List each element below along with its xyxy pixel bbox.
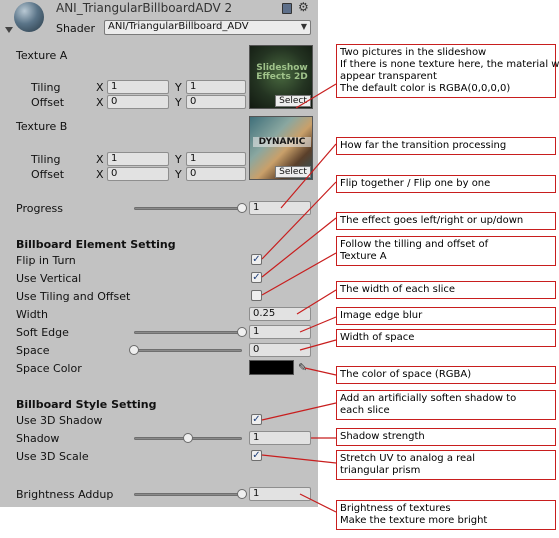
annotation-line: Texture A xyxy=(340,251,387,262)
arrow-scale xyxy=(261,454,337,464)
arrow-progress xyxy=(280,143,337,209)
annotation-brightness: Brightness of textures Make the texture m… xyxy=(336,500,556,530)
annotation-vertical: The effect goes left/right or up/down xyxy=(336,212,556,230)
arrow-space xyxy=(299,339,337,351)
arrow-texture xyxy=(295,83,337,109)
annotation-flip: Flip together / Flip one by one xyxy=(336,175,556,193)
annotation-progress: How far the transition processing xyxy=(336,137,556,155)
annotation-line: Flip together / Flip one by one xyxy=(340,178,491,189)
annotation-line: Stretch UV to analog a real xyxy=(340,453,476,464)
annotation-line: The effect goes left/right or up/down xyxy=(340,215,524,226)
annotation-line: If there is none texture here, the mater… xyxy=(340,59,559,70)
arrow-width xyxy=(296,289,337,315)
annotation-line: Two pictures in the slideshow xyxy=(340,47,487,58)
annotation-line: Follow the tilling and offset of xyxy=(340,239,489,250)
annotation-shadow: Shadow strength xyxy=(336,428,556,446)
arrow-soft-edge xyxy=(299,316,337,333)
annotation-line: Width of space xyxy=(340,332,415,343)
annotation-line: each slice xyxy=(340,405,390,416)
annotation-line: The color of space (RGBA) xyxy=(340,369,472,380)
annotation-texture: Two pictures in the slideshow If there is… xyxy=(336,44,559,98)
annotation-line: triangular prism xyxy=(340,465,421,476)
annotation-space-color: The color of space (RGBA) xyxy=(336,366,556,384)
annotation-soft-edge: Image edge blur xyxy=(336,307,556,325)
annotation-line: The width of each slice xyxy=(340,284,456,295)
annotation-line: Brightness of textures xyxy=(340,503,451,514)
annotation-line: appear transparent xyxy=(340,71,437,82)
annotation-scale: Stretch UV to analog a real triangular pr… xyxy=(336,450,556,480)
annotation-line: Make the texture more bright xyxy=(340,515,488,526)
arrow-space-color xyxy=(304,367,337,376)
annotation-line: The default color is RGBA(0,0,0,0) xyxy=(340,83,511,94)
arrow-shadow3d xyxy=(261,402,337,421)
annotation-space: Width of space xyxy=(336,329,556,347)
annotation-line: How far the transition processing xyxy=(340,140,507,151)
arrow-brightness xyxy=(299,493,337,513)
annotation-line: Add an artificially soften shadow to xyxy=(340,393,517,404)
annotation-line: Shadow strength xyxy=(340,431,425,442)
annotation-line: Image edge blur xyxy=(340,310,423,321)
annotation-shadow3d: Add an artificially soften shadow to each… xyxy=(336,390,556,420)
annotation-tiling: Follow the tilling and offset of Texture … xyxy=(336,236,556,266)
arrow-tiling xyxy=(261,252,337,296)
annotation-width: The width of each slice xyxy=(336,281,556,299)
